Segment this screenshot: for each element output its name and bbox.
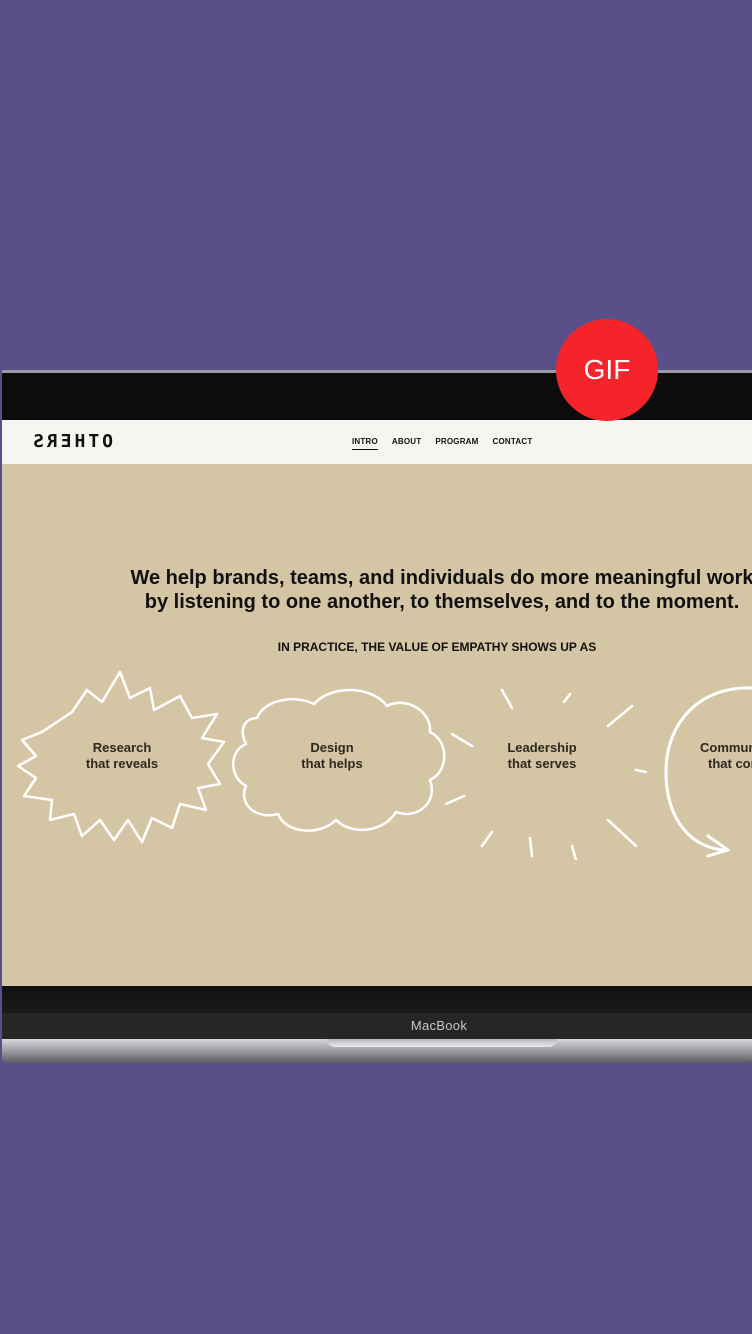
device-label: MacBook — [410, 1018, 468, 1033]
nav-item-about[interactable]: ABOUT — [392, 437, 421, 450]
laptop-chin: MacBook — [2, 1013, 752, 1039]
gif-badge[interactable]: GIF — [556, 319, 658, 421]
site-navbar: OTHERS INTRO ABOUT PROGRAM CONTACT — [2, 420, 752, 464]
laptop-notch — [327, 1039, 557, 1047]
hero-headline: We help brands, teams, and individuals d… — [2, 566, 752, 614]
laptop-base — [2, 1039, 752, 1063]
value-research: Research that reveals — [85, 740, 159, 771]
value-community: Community that connects — [700, 740, 752, 771]
nav-item-contact[interactable]: CONTACT — [493, 437, 533, 450]
nav-item-intro[interactable]: INTRO — [352, 437, 378, 450]
empathy-subhead: IN PRACTICE, THE VALUE OF EMPATHY SHOWS … — [277, 640, 597, 654]
site-nav: INTRO ABOUT PROGRAM CONTACT — [352, 437, 532, 450]
laptop-mockup: OTHERS INTRO ABOUT PROGRAM CONTACT We he… — [0, 370, 752, 1070]
laptop-screen: OTHERS INTRO ABOUT PROGRAM CONTACT We he… — [2, 420, 752, 986]
value-design: Design that helps — [301, 740, 363, 771]
site-logo[interactable]: OTHERS — [30, 431, 113, 452]
headline-line-1: We help brands, teams, and individuals d… — [130, 567, 752, 589]
laptop-bottom-bezel — [2, 986, 752, 1013]
value-leadership: Leadership that serves — [507, 740, 577, 771]
sun-rays — [444, 688, 648, 860]
arrow-head — [706, 834, 730, 858]
headline-line-2: by listening to one another, to themselv… — [144, 591, 740, 613]
nav-item-program[interactable]: PROGRAM — [435, 437, 478, 450]
